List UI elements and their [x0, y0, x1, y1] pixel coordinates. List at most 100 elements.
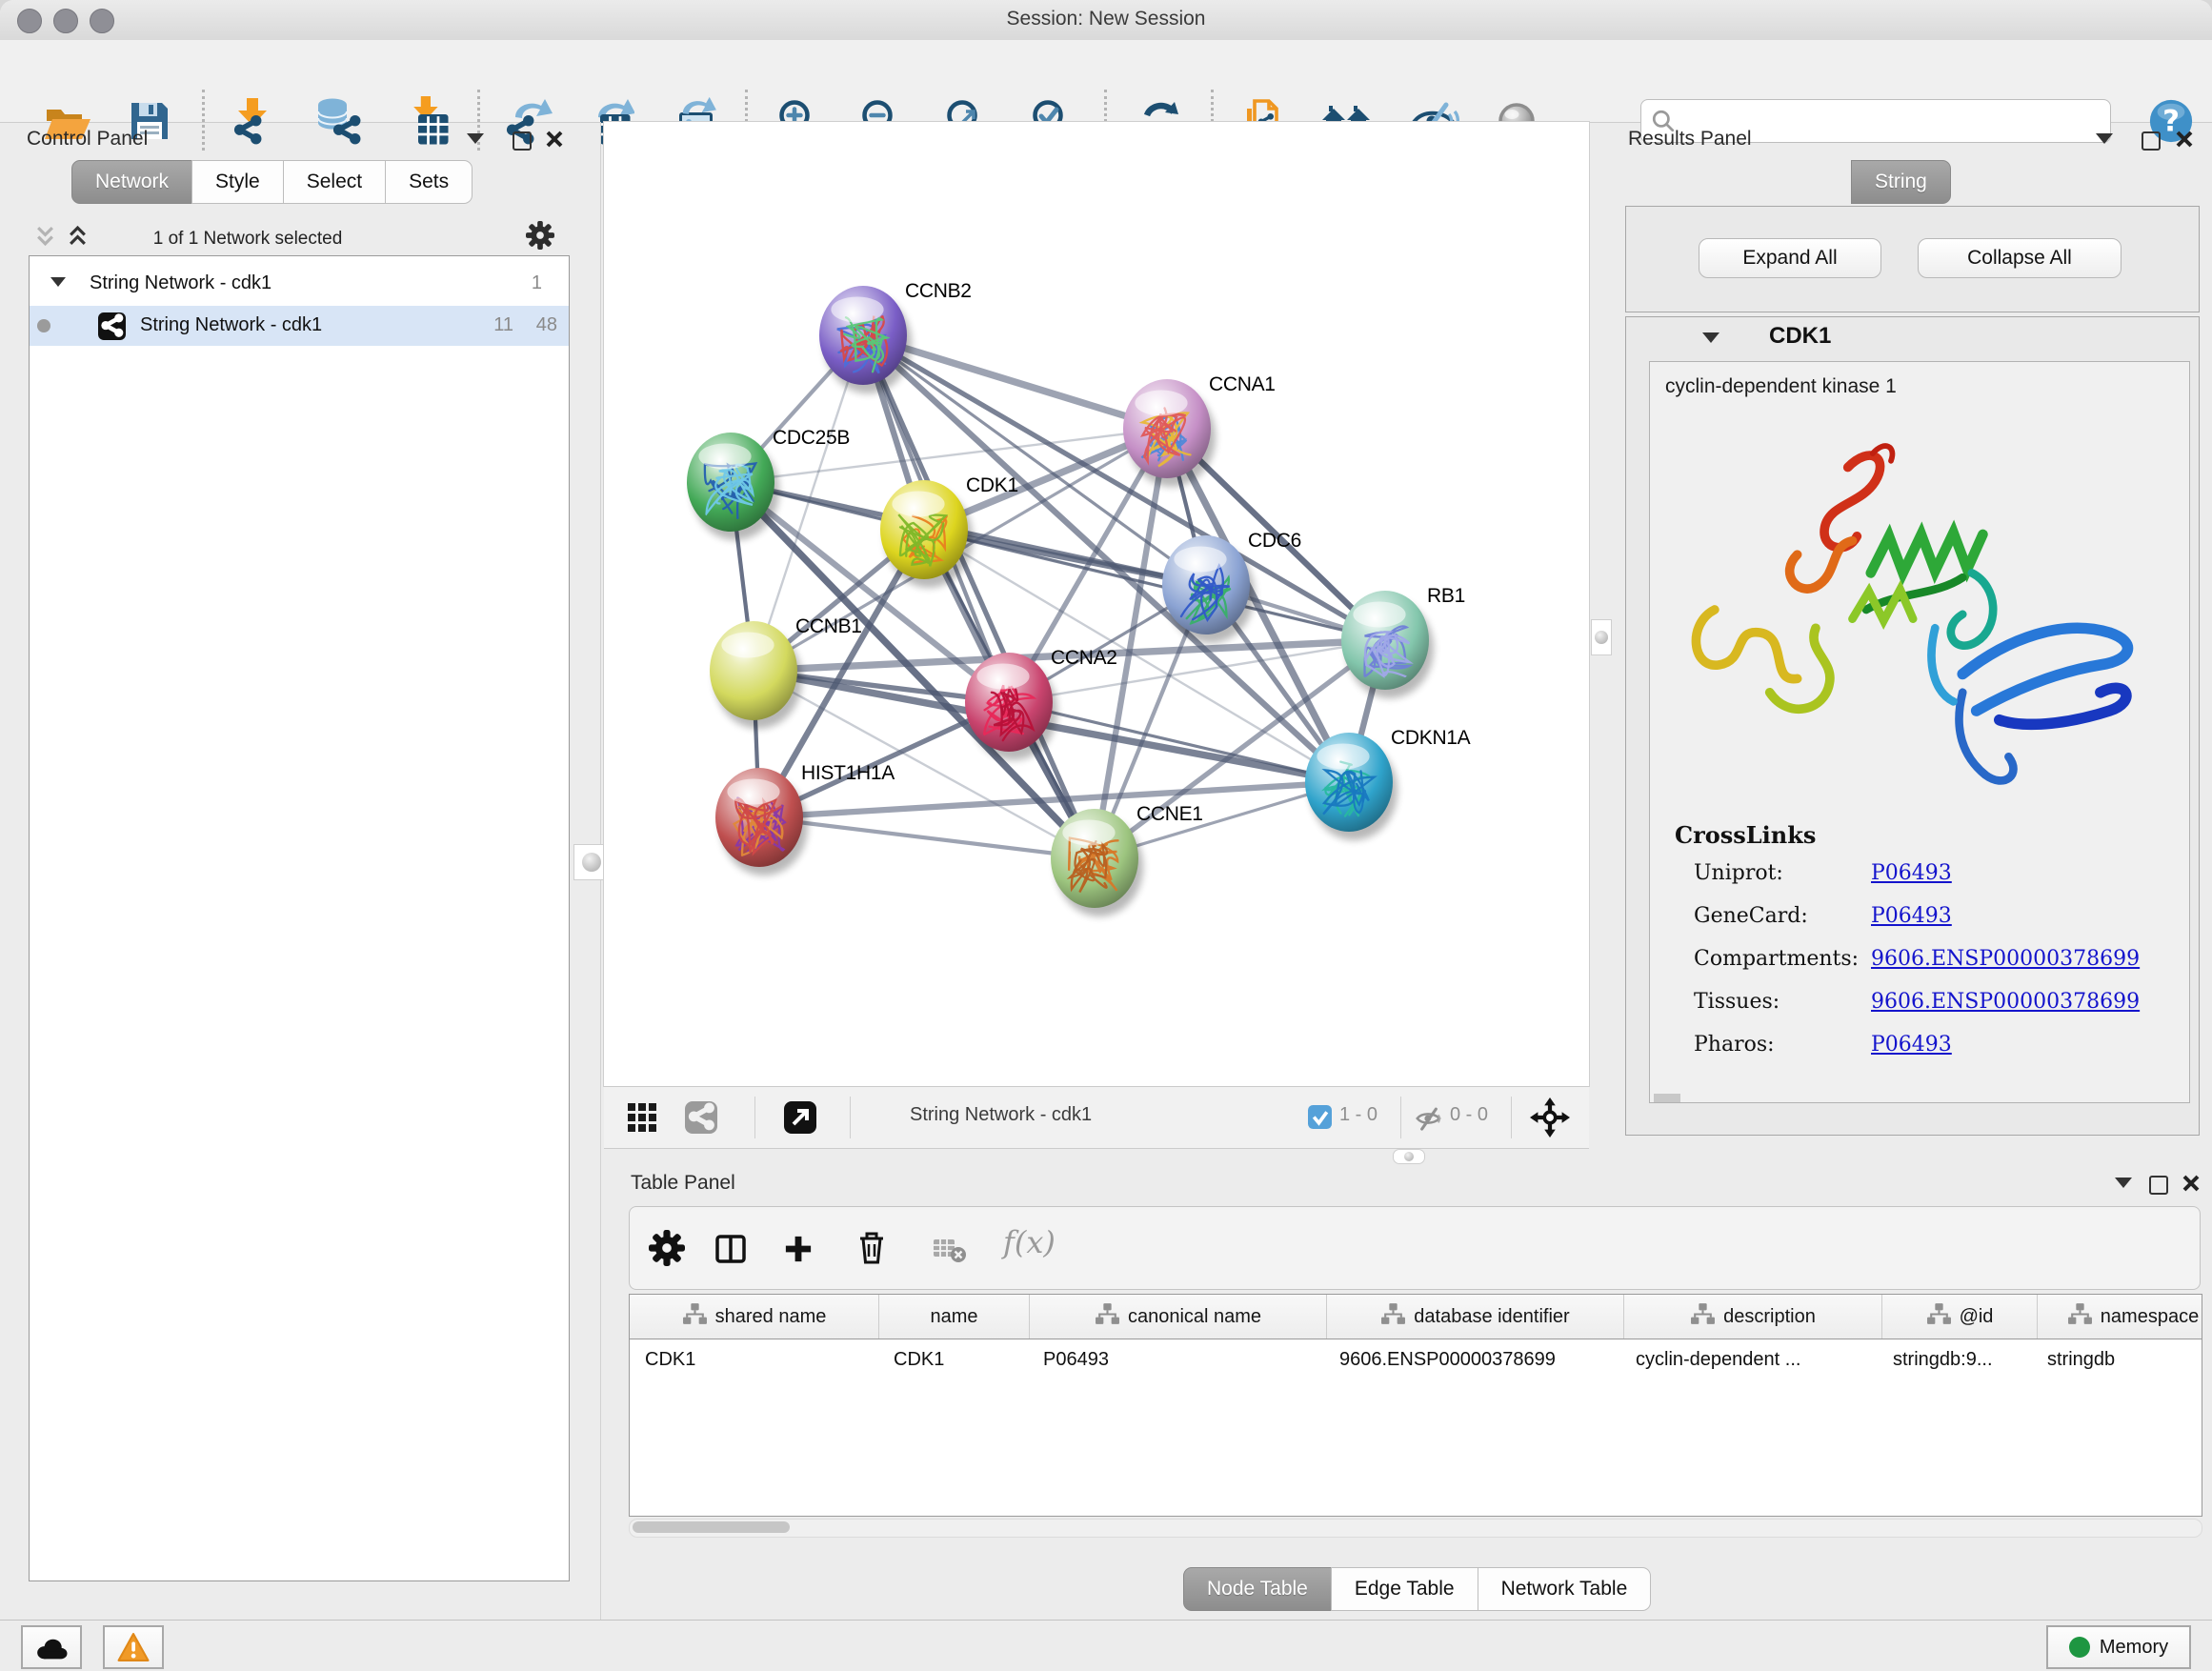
shared-column-icon	[2067, 1302, 2093, 1332]
expand-all-tree-icon[interactable]	[67, 225, 89, 252]
selected-node-edge-counts: 1 - 0	[1339, 1104, 1377, 1126]
crosslink-link[interactable]: P06493	[1871, 904, 1952, 928]
bottom-splitter-handle[interactable]	[1393, 1149, 1425, 1164]
table-cell[interactable]: stringdb	[2032, 1349, 2202, 1371]
tab-string[interactable]: String	[1851, 160, 1951, 204]
add-column-icon[interactable]	[782, 1233, 814, 1270]
table-cell[interactable]: 9606.ENSP00000378699	[1324, 1349, 1620, 1371]
memory-label: Memory	[2100, 1637, 2168, 1659]
network-collection-row[interactable]: String Network - cdk1 1	[30, 264, 569, 304]
node-CDC6[interactable]: CDC6	[1162, 530, 1301, 634]
tab-edge-table[interactable]: Edge Table	[1331, 1567, 1478, 1611]
open-in-window-icon[interactable]	[784, 1101, 816, 1138]
network-canvas[interactable]: CCNB2 CCNA1 CDC25B CDK1 CDC6 RB1 CCNB1 C…	[604, 122, 1589, 1086]
column-label: shared name	[715, 1306, 827, 1328]
network-graph[interactable]: CCNB2 CCNA1 CDC25B CDK1 CDC6 RB1 CCNB1 C…	[604, 122, 1589, 1086]
table-row[interactable]: CDK1CDK1P064939606.ENSP00000378699cyclin…	[630, 1339, 2202, 1379]
table-cell[interactable]: cyclin-dependent ...	[1620, 1349, 1878, 1371]
warning-button[interactable]	[103, 1625, 164, 1669]
import-network-file-icon[interactable]	[228, 96, 277, 146]
column-header-description[interactable]: description	[1624, 1295, 1882, 1339]
hidden-node-edge-counts: 0 - 0	[1450, 1104, 1488, 1126]
column-header-shared-name[interactable]: shared name	[630, 1295, 879, 1339]
tab-network-table[interactable]: Network Table	[1478, 1567, 1652, 1611]
results-panel-close-icon[interactable]	[2175, 130, 2194, 153]
tab-network[interactable]: Network	[71, 160, 192, 204]
node-label-HIST1H1A: HIST1H1A	[801, 762, 895, 784]
table-gear-icon[interactable]	[649, 1230, 685, 1271]
expand-all-button[interactable]: Expand All	[1699, 238, 1881, 278]
column-header-namespace[interactable]: namespace	[2038, 1295, 2202, 1339]
control-panel-float-icon[interactable]	[513, 131, 532, 151]
crosslink-label: Uniprot:	[1694, 861, 1871, 885]
crosslinks-title: CrossLinks	[1675, 821, 1816, 849]
hidden-eye-slash-icon[interactable]	[1414, 1103, 1444, 1138]
crosslink-row: Uniprot:P06493	[1694, 861, 1952, 885]
toolbar-separator	[202, 90, 205, 151]
column-label: description	[1723, 1306, 1816, 1328]
right-splitter-handle[interactable]	[1591, 619, 1612, 655]
control-panel-collapse-icon[interactable]	[467, 133, 484, 144]
selected-checkbox-icon[interactable]	[1308, 1105, 1332, 1134]
table-cell[interactable]: CDK1	[878, 1349, 1028, 1371]
results-panel-collapse-icon[interactable]	[2096, 133, 2113, 144]
collapse-all-button[interactable]: Collapse All	[1918, 238, 2122, 278]
import-network-database-icon[interactable]	[313, 96, 363, 146]
node-label-CCNA2: CCNA2	[1051, 647, 1117, 669]
tab-style[interactable]: Style	[191, 160, 284, 204]
table-tabbar: Node TableEdge TableNetwork Table	[1183, 1567, 1651, 1611]
cdk1-collapse-icon[interactable]	[1702, 332, 1719, 343]
string-view-icon[interactable]	[685, 1101, 717, 1138]
table-cell[interactable]: stringdb:9...	[1878, 1349, 2032, 1371]
column-label: name	[930, 1306, 977, 1328]
column-header-database-identifier[interactable]: database identifier	[1327, 1295, 1624, 1339]
node-RB1[interactable]: RB1	[1341, 585, 1465, 690]
delete-column-icon[interactable]	[855, 1230, 889, 1271]
table-panel-collapse-icon[interactable]	[2115, 1178, 2132, 1188]
column-header-canonical-name[interactable]: canonical name	[1030, 1295, 1327, 1339]
table-cell[interactable]: P06493	[1028, 1349, 1324, 1371]
memory-button[interactable]: Memory	[2046, 1625, 2191, 1669]
function-builder-icon: f(x)	[1003, 1224, 1056, 1260]
crosslink-link[interactable]: 9606.ENSP00000378699	[1871, 947, 2140, 971]
warning-icon	[116, 1632, 151, 1663]
results-panel-float-icon[interactable]	[2142, 131, 2161, 151]
show-columns-icon[interactable]	[714, 1233, 748, 1270]
table-horizontal-scrollbar[interactable]	[629, 1519, 2202, 1538]
crosslink-row: Compartments:9606.ENSP00000378699	[1694, 947, 2140, 971]
collapse-all-tree-icon[interactable]	[34, 225, 56, 252]
import-table-file-icon[interactable]	[399, 96, 449, 146]
control-panel-title: Control Panel	[27, 128, 148, 151]
crosslink-label: Pharos:	[1694, 1033, 1871, 1057]
network-row-selected[interactable]: String Network - cdk1 11 48	[30, 306, 569, 346]
tab-select[interactable]: Select	[283, 160, 386, 204]
crosslink-link[interactable]: P06493	[1871, 1033, 1952, 1057]
scrollbar-thumb[interactable]	[633, 1521, 790, 1533]
node-label-CCNB1: CCNB1	[795, 615, 862, 637]
node-label-CDC6: CDC6	[1248, 530, 1301, 552]
table-cell[interactable]: CDK1	[630, 1349, 878, 1371]
node-label-CDC25B: CDC25B	[773, 427, 850, 449]
table-panel-close-icon[interactable]	[2182, 1174, 2201, 1198]
column-header--id[interactable]: @id	[1882, 1295, 2038, 1339]
crosslink-row: GeneCard:P06493	[1694, 904, 1952, 928]
column-header-name[interactable]: name	[879, 1295, 1030, 1339]
network-view-dot-icon	[37, 319, 50, 332]
table-toolbar: f(x)	[629, 1206, 2201, 1290]
birdseye-crosshair-icon[interactable]	[1530, 1097, 1570, 1142]
cloud-button[interactable]	[21, 1625, 82, 1669]
table-panel-float-icon[interactable]	[2149, 1176, 2168, 1195]
crosslink-link[interactable]: P06493	[1871, 861, 1952, 885]
network-panel-gear-icon[interactable]	[526, 221, 554, 254]
grid-view-icon[interactable]	[628, 1103, 656, 1137]
protein-structure-image	[1659, 410, 2174, 810]
tab-node-table[interactable]: Node Table	[1183, 1567, 1332, 1611]
window-titlebar: Session: New Session	[0, 0, 2212, 41]
collection-expand-icon[interactable]	[50, 277, 66, 287]
tab-sets[interactable]: Sets	[385, 160, 473, 204]
node-table[interactable]: shared name name canonical namedatabase id…	[629, 1294, 2202, 1517]
control-panel-close-icon[interactable]	[545, 130, 564, 153]
crosslink-link[interactable]: 9606.ENSP00000378699	[1871, 990, 2140, 1014]
crosslink-label: GeneCard:	[1694, 904, 1871, 928]
network-edge-count: 48	[536, 314, 557, 336]
